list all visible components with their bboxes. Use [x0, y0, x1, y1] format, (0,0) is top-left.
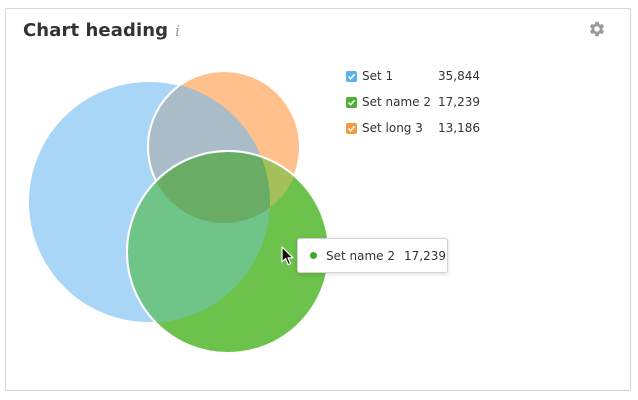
legend-item-set-long-3[interactable]: Set long 3 13,186	[346, 115, 488, 141]
chart-tooltip: Set name 2 17,239	[297, 238, 448, 273]
tooltip-value: 17,239	[404, 248, 446, 263]
chart-legend: Set 1 35,844 Set name 2 17,239 Set long …	[346, 63, 488, 141]
legend-label: Set name 2	[362, 95, 431, 109]
legend-label: Set 1	[362, 69, 394, 83]
legend-item-set-name-2[interactable]: Set name 2 17,239	[346, 89, 488, 115]
tooltip-label: Set name 2	[326, 248, 395, 263]
legend-item-set-1[interactable]: Set 1 35,844	[346, 63, 488, 89]
legend-checkbox-set-name-2[interactable]	[346, 96, 357, 108]
pointer-arrow-icon	[281, 246, 294, 266]
tooltip-dot	[310, 252, 317, 259]
legend-checkbox-set-long-3[interactable]	[346, 122, 357, 134]
venn-diagram	[27, 70, 330, 354]
legend-label: Set long 3	[362, 121, 423, 135]
legend-value: 17,239	[438, 95, 480, 109]
legend-value: 35,844	[438, 69, 480, 83]
legend-checkbox-set-1[interactable]	[346, 70, 357, 82]
legend-value: 13,186	[438, 121, 480, 135]
